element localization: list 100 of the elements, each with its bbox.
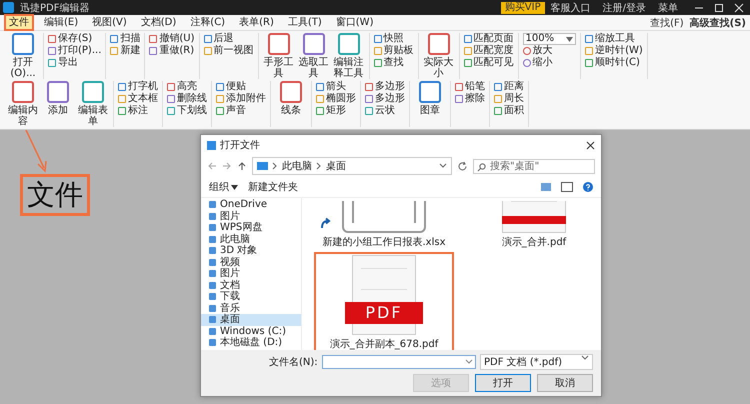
ribbon-tool-button[interactable]: 擦除 xyxy=(455,93,485,105)
ribbon-tool-button[interactable]: 距离 xyxy=(494,81,524,93)
find-button[interactable]: 高级查找(S) xyxy=(690,16,746,30)
navigation-item[interactable]: 3D 对象 xyxy=(201,245,301,256)
title-link[interactable]: 客服入口 xyxy=(550,0,591,14)
ribbon-tool-button[interactable]: 逆时针(W) xyxy=(585,45,643,57)
zoom-dropdown[interactable]: 100% xyxy=(522,33,576,45)
refresh-icon[interactable] xyxy=(457,160,468,172)
navigation-item[interactable]: 下载 xyxy=(201,291,301,302)
menu-item[interactable]: 文档(D) xyxy=(136,15,180,30)
navigation-item[interactable]: Windows (C:) xyxy=(201,326,301,337)
ribbon-tool-button[interactable]: 云状 xyxy=(365,105,405,117)
ribbon-tool-button[interactable]: 文本框 xyxy=(118,93,158,105)
breadcrumb-item[interactable]: 桌面 xyxy=(326,159,346,173)
ribbon-tool-button[interactable]: 匹配宽度 xyxy=(464,45,514,57)
ribbon-tool-button[interactable]: 下划线 xyxy=(167,105,207,117)
ribbon-tool-button[interactable]: 面积 xyxy=(494,105,524,117)
menu-item[interactable]: 视图(V) xyxy=(88,15,131,30)
ribbon-tool-button[interactable]: 矩形 xyxy=(316,105,356,117)
ribbon-tool-button[interactable]: 保存(S) xyxy=(48,33,102,45)
title-link[interactable]: 菜单 xyxy=(658,0,678,14)
navigation-item[interactable]: 图片 xyxy=(201,210,301,222)
navigation-item[interactable]: 视频 xyxy=(201,256,301,268)
title-link[interactable]: 注册/登录 xyxy=(602,0,646,14)
navigation-item[interactable]: 此电脑 xyxy=(201,234,301,245)
chevron-icon xyxy=(272,162,278,170)
caret-icon[interactable] xyxy=(465,359,473,365)
menu-item[interactable]: 工具(T) xyxy=(284,15,326,30)
ribbon-tool-button[interactable]: 线条 xyxy=(275,81,307,127)
ribbon-tool-button[interactable]: 添加 xyxy=(42,81,74,127)
menu-item[interactable]: 文件 xyxy=(4,14,34,31)
ribbon-tool-button[interactable]: 编辑内容 xyxy=(7,81,39,127)
file-type-dropdown[interactable]: PDF 文档 (*.pdf) xyxy=(480,354,593,370)
ribbon-tool-button[interactable]: 前一视图 xyxy=(204,45,254,57)
file-item[interactable]: 演示_合并.pdf xyxy=(464,198,601,252)
ribbon-tool-button[interactable]: 周长 xyxy=(494,93,524,105)
ribbon-tool-button[interactable]: 标注 xyxy=(118,105,158,117)
ribbon-tool-button[interactable]: 后退 xyxy=(204,33,254,45)
ribbon-tool-button[interactable]: 高亮 xyxy=(167,81,207,93)
new-folder-button[interactable]: 新建文件夹 xyxy=(248,180,298,194)
menu-item[interactable]: 表单(R) xyxy=(235,15,278,30)
ribbon-tool-button[interactable]: 顺时针(C) xyxy=(585,57,643,69)
menu-item[interactable]: 注释(C) xyxy=(186,15,230,30)
ribbon-tool-button[interactable]: 匹配可见 xyxy=(464,57,514,69)
ribbon-tool-button[interactable]: 椭圆形 xyxy=(316,93,356,105)
ribbon-tool-button[interactable]: 导出 xyxy=(48,57,102,69)
ribbon-tool-button[interactable]: 箭头 xyxy=(316,81,356,93)
ribbon-tool-button[interactable]: 查找 xyxy=(374,57,414,69)
ribbon-tool-button[interactable]: 打开(O)... xyxy=(7,33,39,79)
up-arrow-icon[interactable] xyxy=(237,161,247,171)
find-button[interactable]: 查找(F) xyxy=(650,16,684,30)
ribbon-tool-button[interactable]: 缩小 xyxy=(522,57,576,69)
breadcrumb-item[interactable]: 此电脑 xyxy=(282,159,312,173)
ribbon-tool-button[interactable]: 实际大小 xyxy=(422,33,454,79)
ribbon-tool-button[interactable]: 打印(P)... xyxy=(48,45,102,57)
ribbon-tool-button[interactable]: 多边形 xyxy=(365,81,405,93)
ribbon-tool-button[interactable]: 快照 xyxy=(374,33,414,45)
caret-icon[interactable] xyxy=(439,163,447,169)
ribbon-tool-button[interactable]: 铅笔 xyxy=(455,81,485,93)
ribbon-tool-button[interactable]: 匹配页面 xyxy=(464,33,514,45)
close-icon[interactable] xyxy=(586,140,595,150)
help-icon[interactable] xyxy=(583,182,593,192)
ribbon-tool-button[interactable]: 撤销(U) xyxy=(149,33,194,45)
address-bar[interactable]: 此电脑 桌面 xyxy=(252,157,452,175)
ribbon-tool-button[interactable]: 新建 xyxy=(110,45,140,57)
navigation-item[interactable]: OneDrive xyxy=(201,199,301,210)
ribbon-tool-button[interactable]: 选取工具 xyxy=(298,33,330,79)
ribbon-tool-button[interactable]: 剪贴板 xyxy=(374,45,414,57)
navigation-item[interactable]: 桌面 xyxy=(201,314,301,326)
ribbon-tool-button[interactable]: 扫描 xyxy=(110,33,140,45)
file-item[interactable]: 新建的小组工作日报表.xlsx xyxy=(314,198,454,252)
ribbon-tool-button[interactable]: 删除线 xyxy=(167,93,207,105)
ribbon-tool-button[interactable]: 手形工具 xyxy=(262,33,294,79)
ribbon-tool-button[interactable]: 缩放工具 xyxy=(585,33,643,45)
navigation-item[interactable]: WPS网盘 xyxy=(201,222,301,234)
ribbon-tool-button[interactable]: 声音 xyxy=(216,105,266,117)
search-field[interactable]: 搜索"桌面" xyxy=(473,158,595,174)
ribbon-tool-button[interactable]: 放大 xyxy=(522,45,576,57)
navigation-item[interactable]: 文档 xyxy=(201,280,301,291)
vip-button[interactable]: 购买VIP xyxy=(500,2,545,14)
navigation-item[interactable]: 音乐 xyxy=(201,302,301,314)
dialog-button[interactable]: 取消 xyxy=(537,374,593,392)
computer-icon xyxy=(257,162,268,170)
menu-item[interactable]: 窗口(W) xyxy=(332,15,378,30)
maximize-icon[interactable] xyxy=(714,2,724,12)
navigation-item[interactable]: 本地磁盘 (D:) xyxy=(201,337,301,348)
navigation-item[interactable]: 图片 xyxy=(201,268,301,280)
ribbon-tool-button[interactable]: 添加附件 xyxy=(216,93,266,105)
organize-menu-button[interactable]: 组织 xyxy=(209,180,238,194)
menu-item[interactable]: 编辑(E) xyxy=(40,15,82,30)
ribbon-tool-button[interactable]: 编辑注释工具 xyxy=(332,33,364,79)
ribbon-tool-button[interactable]: 便贴 xyxy=(216,81,266,93)
ribbon-tool-button[interactable]: 图章 xyxy=(414,81,446,127)
ribbon-tool-button[interactable]: 多边形 xyxy=(365,93,405,105)
ribbon-tool-button[interactable]: 编辑表单 xyxy=(77,81,109,127)
ribbon-tool-button[interactable]: 打字机 xyxy=(118,81,158,93)
filename-field[interactable] xyxy=(322,355,476,369)
dialog-button[interactable]: 打开 xyxy=(475,374,531,392)
ribbon-tool-button[interactable]: 重做(R) xyxy=(149,45,194,57)
preview-pane-icon[interactable] xyxy=(561,182,573,192)
